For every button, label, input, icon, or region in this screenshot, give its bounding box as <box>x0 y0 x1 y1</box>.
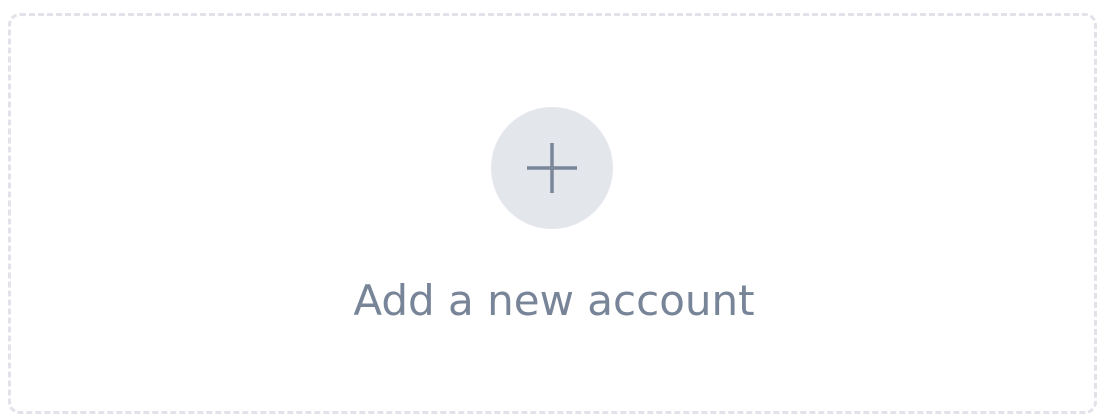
plus-icon <box>527 143 577 193</box>
add-account-button[interactable] <box>491 107 613 229</box>
add-account-label[interactable]: Add a new account <box>0 276 1108 325</box>
